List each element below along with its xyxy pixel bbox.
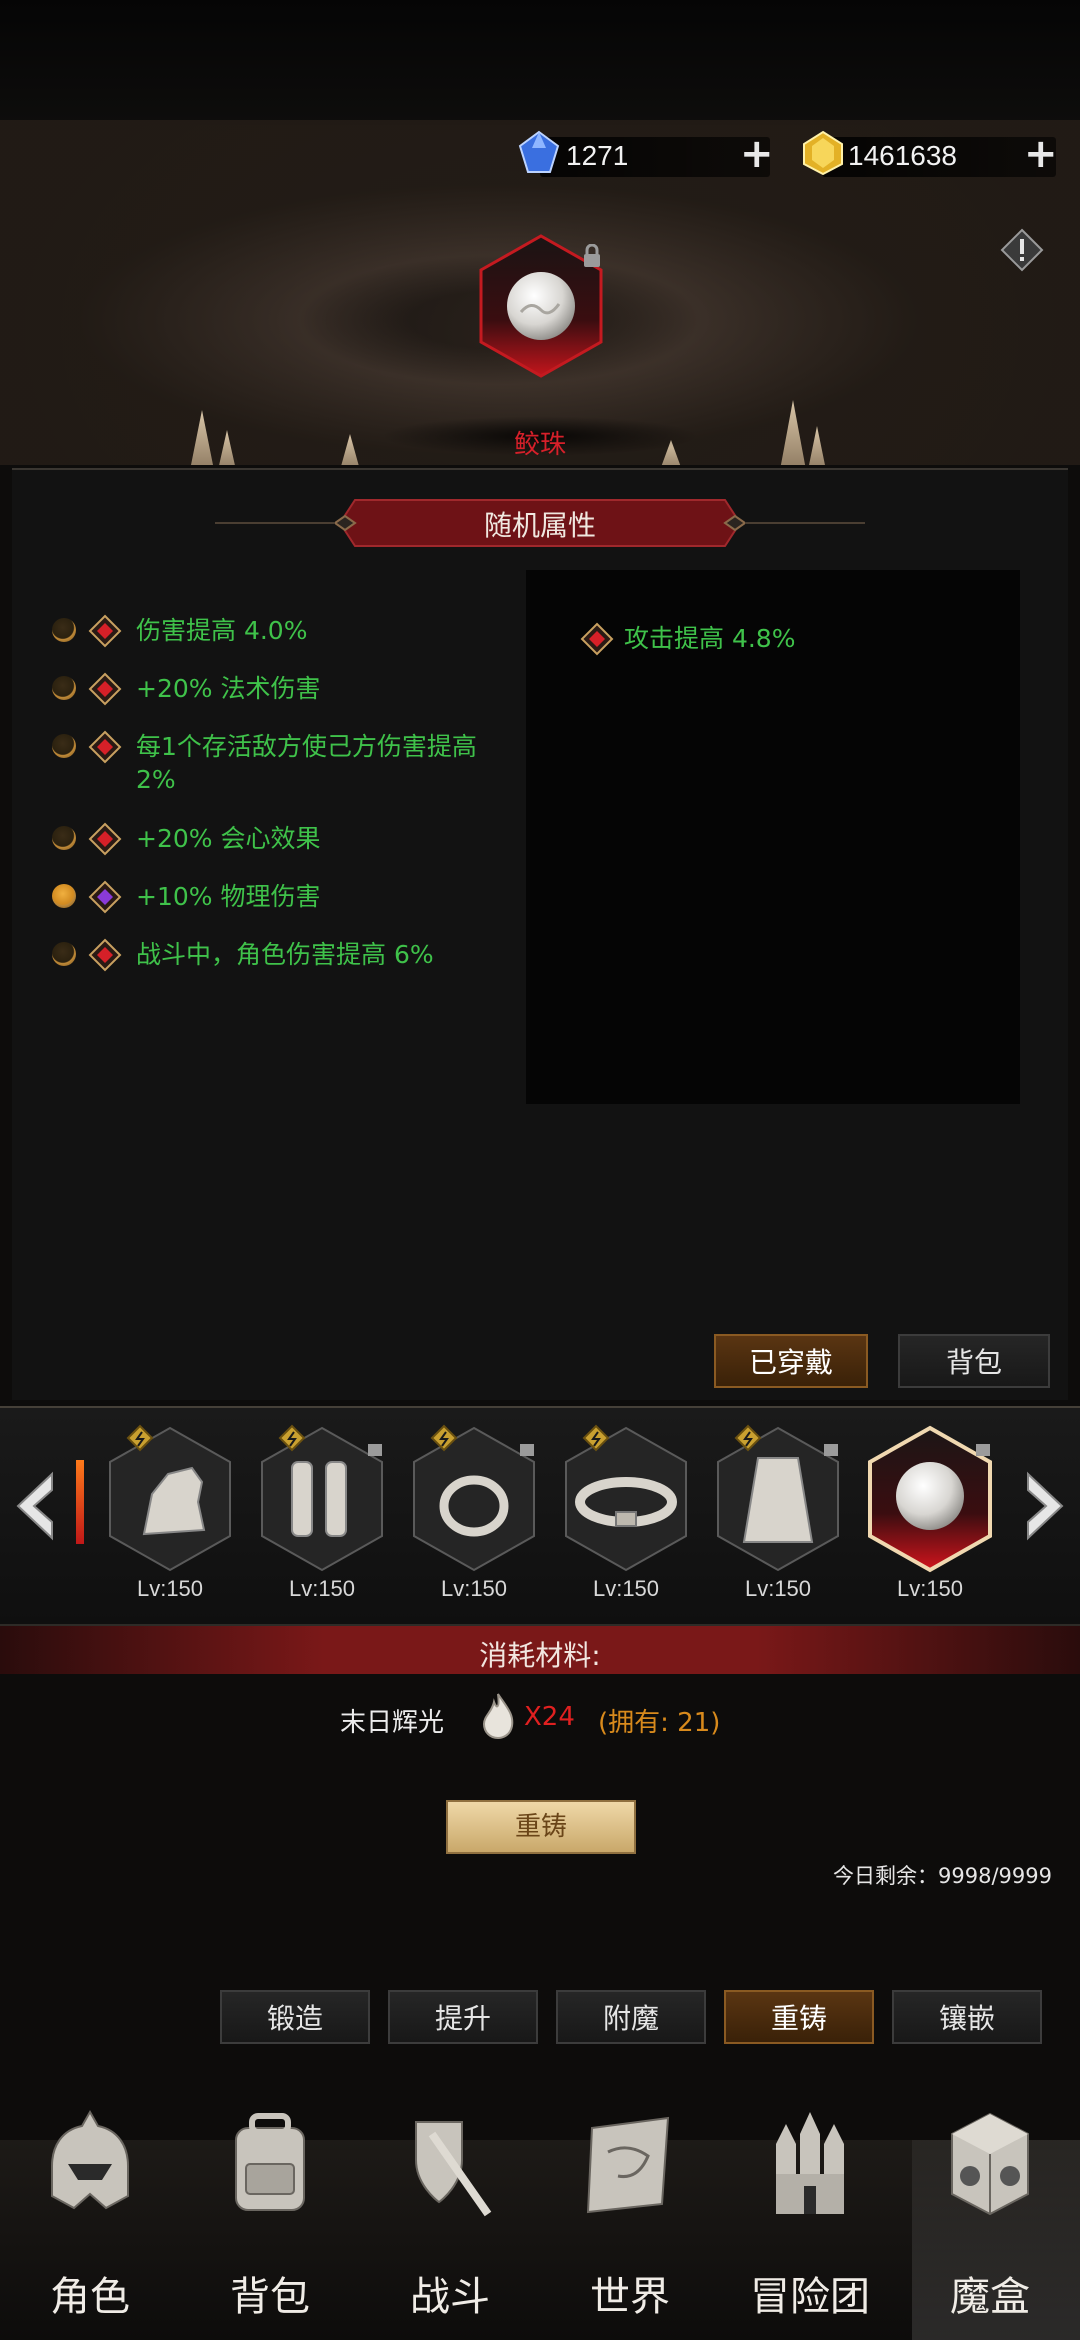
magic-box-icon[interactable] xyxy=(942,2104,1038,2224)
gem-count: 1271 xyxy=(566,140,629,171)
equipment-slot-selected[interactable] xyxy=(864,1424,996,1574)
material-owned: (拥有: 21) xyxy=(598,1708,721,1738)
equipment-slot[interactable] xyxy=(712,1424,844,1574)
status-bar xyxy=(0,0,1080,125)
bag-button[interactable]: 背包 xyxy=(898,1334,1050,1388)
red-rune-icon xyxy=(88,938,122,972)
radio-icon[interactable] xyxy=(52,826,76,850)
warning-icon[interactable] xyxy=(1000,228,1044,272)
purple-rune-icon xyxy=(88,880,122,914)
slot-level: Lv:150 xyxy=(288,1576,356,1601)
equipment-slot[interactable] xyxy=(408,1424,540,1574)
nav-world[interactable]: 世界 xyxy=(540,2264,720,2322)
gold-gem-icon xyxy=(803,130,843,176)
nav-magic-box[interactable]: 魔盒 xyxy=(900,2264,1080,2322)
attribute-option[interactable]: +20% 会心效果 xyxy=(52,822,492,856)
slot-level: Lv:150 xyxy=(744,1576,812,1601)
partial-slot-edge xyxy=(76,1460,84,1544)
tab-inlay[interactable]: 镶嵌 xyxy=(892,1990,1042,2044)
radio-icon[interactable] xyxy=(52,734,76,758)
gold-count: 1461638 xyxy=(848,140,958,171)
red-rune-icon xyxy=(580,622,614,656)
chevron-left-icon[interactable] xyxy=(12,1470,58,1542)
daily-remaining: 今日剩余：9998/9999 xyxy=(833,1864,1052,1888)
slot-level: Lv:150 xyxy=(896,1576,964,1601)
title-line-left xyxy=(215,522,335,524)
backpack-icon[interactable] xyxy=(222,2104,318,2224)
nav-battle[interactable]: 战斗 xyxy=(360,2264,540,2322)
radio-icon[interactable] xyxy=(52,884,76,908)
radio-icon[interactable] xyxy=(52,942,76,966)
current-attribute: 攻击提高 4.8% xyxy=(580,622,1000,656)
materials-title: 消耗材料: xyxy=(479,1639,601,1672)
red-rune-icon xyxy=(88,730,122,764)
red-rune-icon xyxy=(88,614,122,648)
helmet-icon[interactable] xyxy=(42,2104,138,2224)
material-cost: X24 xyxy=(524,1702,575,1732)
lock-icon xyxy=(584,244,600,267)
radio-icon[interactable] xyxy=(52,618,76,642)
castle-icon[interactable] xyxy=(762,2104,858,2224)
nav-bag[interactable]: 背包 xyxy=(180,2264,360,2322)
blue-gem-icon xyxy=(518,130,560,173)
red-rune-icon xyxy=(88,822,122,856)
title-line-right xyxy=(745,522,865,524)
red-rune-icon xyxy=(88,672,122,706)
slot-level: Lv:150 xyxy=(136,1576,204,1601)
equipment-slot[interactable] xyxy=(104,1424,236,1574)
attribute-option[interactable]: +10% 物理伤害 xyxy=(52,880,492,914)
nav-adventure-team[interactable]: 冒险团 xyxy=(720,2264,900,2322)
chevron-right-icon[interactable] xyxy=(1022,1470,1068,1542)
sword-shield-icon[interactable] xyxy=(402,2104,498,2224)
nav-character[interactable]: 角色 xyxy=(0,2264,180,2322)
tab-enchant[interactable]: 附魔 xyxy=(556,1990,706,2044)
flame-icon xyxy=(482,1693,514,1740)
attribute-option[interactable]: +20% 法术伤害 xyxy=(52,672,492,706)
tab-recast[interactable]: 重铸 xyxy=(724,1990,874,2044)
attribute-option[interactable]: 伤害提高 4.0% xyxy=(52,614,492,648)
add-gems-button[interactable]: + xyxy=(740,134,774,174)
tab-upgrade[interactable]: 提升 xyxy=(388,1990,538,2044)
recast-button[interactable]: 重铸 xyxy=(446,1800,636,1854)
add-gold-button[interactable]: + xyxy=(1024,134,1058,174)
tab-forge[interactable]: 锻造 xyxy=(220,1990,370,2044)
material-name: 末日辉光 xyxy=(340,1708,445,1738)
attribute-option[interactable]: 每1个存活敌方使己方伤害提高 2% xyxy=(52,730,492,798)
item-name: 鲛珠 xyxy=(513,430,566,460)
equipped-button[interactable]: 已穿戴 xyxy=(714,1334,868,1388)
radio-icon[interactable] xyxy=(52,676,76,700)
equipment-slot[interactable] xyxy=(256,1424,388,1574)
attribute-option[interactable]: 战斗中，角色伤害提高 6% xyxy=(52,938,492,1006)
section-title: 随机属性 xyxy=(483,509,596,542)
slot-level: Lv:150 xyxy=(440,1576,508,1601)
map-scroll-icon[interactable] xyxy=(582,2104,678,2224)
equipment-slot[interactable] xyxy=(560,1424,692,1574)
slot-level: Lv:150 xyxy=(592,1576,660,1601)
